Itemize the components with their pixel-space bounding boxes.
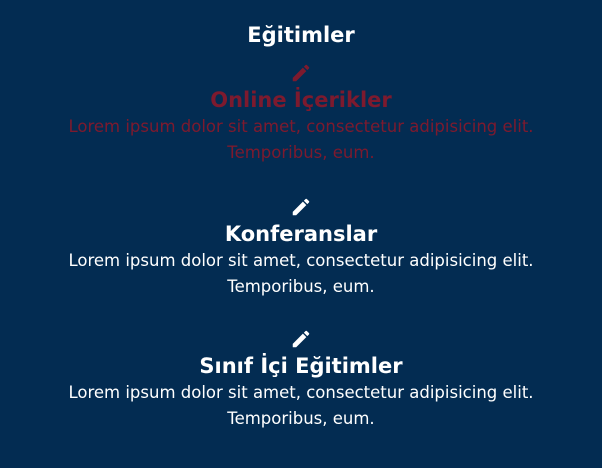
pencil-icon	[290, 196, 312, 218]
trainings-section: Eğitimler Online İçerikler Lorem ipsum d…	[0, 0, 602, 468]
pencil-icon	[290, 62, 312, 84]
training-item-classroom[interactable]: Sınıf İçi Eğitimler Lorem ipsum dolor si…	[0, 328, 602, 432]
training-item-conferences[interactable]: Konferanslar Lorem ipsum dolor sit amet,…	[0, 196, 602, 300]
pencil-icon	[290, 328, 312, 350]
training-item-title: Online İçerikler	[210, 88, 392, 112]
training-item-description: Lorem ipsum dolor sit amet, consectetur …	[68, 117, 534, 162]
training-item-description: Lorem ipsum dolor sit amet, consectetur …	[68, 251, 534, 296]
training-item-description: Lorem ipsum dolor sit amet, consectetur …	[68, 383, 534, 428]
section-title: Eğitimler	[247, 23, 355, 47]
training-item-title: Sınıf İçi Eğitimler	[199, 354, 403, 378]
training-item-online[interactable]: Online İçerikler Lorem ipsum dolor sit a…	[0, 62, 602, 166]
training-item-title: Konferanslar	[224, 222, 378, 246]
